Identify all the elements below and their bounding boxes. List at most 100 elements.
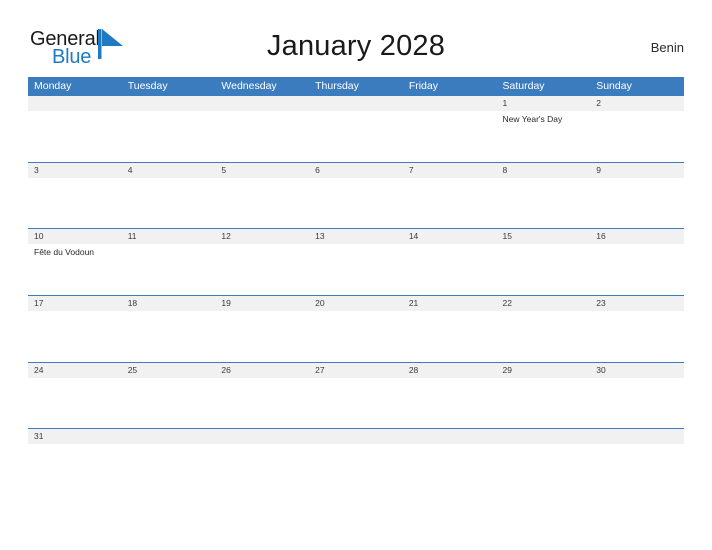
calendar-day-cell[interactable]: 3 xyxy=(28,163,122,229)
day-number: 9 xyxy=(596,164,601,175)
day-events: Fête du Vodoun xyxy=(34,244,122,258)
day-number: 26 xyxy=(221,364,231,375)
calendar-day-cell[interactable]: 23 xyxy=(590,296,684,362)
page-header: General Blue January 2028 Benin xyxy=(28,26,684,72)
holiday-label: New Year's Day xyxy=(502,114,563,124)
calendar-day-cell[interactable]: 26 xyxy=(215,363,309,429)
calendar-day-cell[interactable]: 25 xyxy=(122,363,216,429)
calendar-day-cell-empty xyxy=(122,96,216,162)
day-number: 23 xyxy=(596,298,606,309)
week-day-cells: 3 4 5 6 7 8 9 xyxy=(28,163,684,229)
day-number: 19 xyxy=(221,298,231,309)
calendar-day-cell[interactable]: 15 xyxy=(497,229,591,295)
day-number: 22 xyxy=(502,298,512,309)
calendar-day-cell-empty xyxy=(215,429,309,452)
calendar-day-cell[interactable]: 21 xyxy=(403,296,497,362)
day-events: New Year's Day xyxy=(503,111,591,125)
calendar-day-cell[interactable]: 19 xyxy=(215,296,309,362)
calendar-day-cell[interactable]: 9 xyxy=(590,163,684,229)
calendar-week-row: 1 New Year's Day 2 xyxy=(28,95,684,162)
calendar-day-cell[interactable]: 30 xyxy=(590,363,684,429)
calendar-day-cell[interactable]: 1 New Year's Day xyxy=(497,96,591,162)
calendar-day-cell[interactable]: 22 xyxy=(497,296,591,362)
week-day-cells: 31 xyxy=(28,429,684,452)
calendar-grid: 1 New Year's Day 2 3 4 5 6 7 8 9 10 Fête du Vodoun 1… xyxy=(28,95,684,452)
country-label: Benin xyxy=(650,40,684,55)
calendar-day-cell[interactable]: 5 xyxy=(215,163,309,229)
calendar-day-cell[interactable]: 17 xyxy=(28,296,122,362)
day-number: 1 xyxy=(502,98,508,108)
calendar-week-row: 3 4 5 6 7 8 9 xyxy=(28,161,684,229)
day-number: 25 xyxy=(127,364,138,375)
day-number: 11 xyxy=(127,231,137,242)
calendar-day-cell-empty xyxy=(215,96,309,162)
calendar-day-cell[interactable]: 12 xyxy=(215,229,309,295)
calendar-day-cell[interactable]: 18 xyxy=(122,296,216,362)
day-number: 13 xyxy=(315,231,325,242)
calendar-week-row: 31 xyxy=(28,428,684,452)
week-day-cells: 1 New Year's Day 2 xyxy=(28,96,684,162)
day-number: 20 xyxy=(315,298,325,309)
calendar-week-row: 10 Fête du Vodoun 11 12 13 14 15 16 xyxy=(28,228,684,295)
calendar-week-row: 17 18 19 20 21 22 23 xyxy=(28,295,684,362)
day-number: 6 xyxy=(315,164,320,175)
calendar-day-cell[interactable]: 4 xyxy=(122,163,216,229)
calendar-day-cell[interactable]: 13 xyxy=(309,229,403,295)
day-number: 28 xyxy=(408,364,419,375)
holiday-label: Fête du Vodoun xyxy=(34,247,95,258)
day-number: 2 xyxy=(596,98,601,108)
day-number: 15 xyxy=(502,231,512,242)
calendar-day-cell-empty xyxy=(122,429,216,452)
day-number: 4 xyxy=(127,164,133,175)
day-number: 30 xyxy=(596,364,606,375)
calendar-day-cell[interactable]: 24 xyxy=(28,363,122,429)
day-number: 5 xyxy=(221,164,227,175)
day-number: 17 xyxy=(34,298,44,309)
day-number: 8 xyxy=(502,164,508,175)
calendar-day-cell-empty xyxy=(403,96,497,162)
day-number: 24 xyxy=(34,364,44,375)
day-number: 18 xyxy=(127,298,138,309)
calendar-day-cell-empty xyxy=(590,429,684,452)
calendar-day-cell[interactable]: 2 xyxy=(590,96,684,162)
day-number: 16 xyxy=(596,231,606,242)
day-number: 7 xyxy=(408,164,414,175)
calendar-day-cell-empty xyxy=(309,429,403,452)
calendar-day-cell-empty xyxy=(309,96,403,162)
day-number: 14 xyxy=(408,231,419,242)
day-number: 10 xyxy=(34,231,44,242)
calendar-day-cell[interactable]: 27 xyxy=(309,363,403,429)
calendar-day-cell-empty xyxy=(403,429,497,452)
weekday-monday: Monday xyxy=(34,80,72,92)
weekday-saturday: Saturday xyxy=(502,80,545,92)
week-day-cells: 17 18 19 20 21 22 23 xyxy=(28,296,684,362)
day-number: 29 xyxy=(502,364,512,375)
weekday-tuesday: Tuesday xyxy=(127,80,168,92)
calendar-day-cell[interactable]: 8 xyxy=(497,163,591,229)
calendar-day-cell[interactable]: 29 xyxy=(497,363,591,429)
weekday-friday: Friday xyxy=(408,80,438,92)
day-number: 31 xyxy=(34,431,44,442)
page-title: January 2028 xyxy=(266,30,446,62)
weekday-wednesday: Wednesday xyxy=(221,80,277,92)
calendar-day-cell[interactable]: 10 Fête du Vodoun xyxy=(28,229,122,295)
calendar-day-cell[interactable]: 6 xyxy=(309,163,403,229)
calendar-page: General Blue January 2028 Benin Monday T… xyxy=(0,0,712,550)
weekday-thursday: Thursday xyxy=(315,80,359,92)
day-number: 12 xyxy=(221,231,231,242)
calendar-week-row: 24 25 26 27 28 29 30 xyxy=(28,361,684,429)
calendar-day-cell[interactable]: 28 xyxy=(403,363,497,429)
calendar-day-cell[interactable]: 11 xyxy=(122,229,216,295)
week-day-cells: 24 25 26 27 28 29 30 xyxy=(28,363,684,429)
calendar-day-cell[interactable]: 16 xyxy=(590,229,684,295)
calendar-day-cell-empty xyxy=(28,96,122,162)
weekday-sunday: Sunday xyxy=(596,80,632,92)
calendar-day-cell[interactable]: 7 xyxy=(403,163,497,229)
calendar-day-cell-empty xyxy=(497,429,591,452)
day-number: 21 xyxy=(408,298,419,309)
calendar-day-cell[interactable]: 14 xyxy=(403,229,497,295)
weekday-header-row: Monday Tuesday Wednesday Thursday Friday… xyxy=(28,77,684,95)
calendar-day-cell[interactable]: 20 xyxy=(309,296,403,362)
calendar-day-cell[interactable]: 31 xyxy=(28,429,122,452)
day-number: 3 xyxy=(34,164,39,175)
